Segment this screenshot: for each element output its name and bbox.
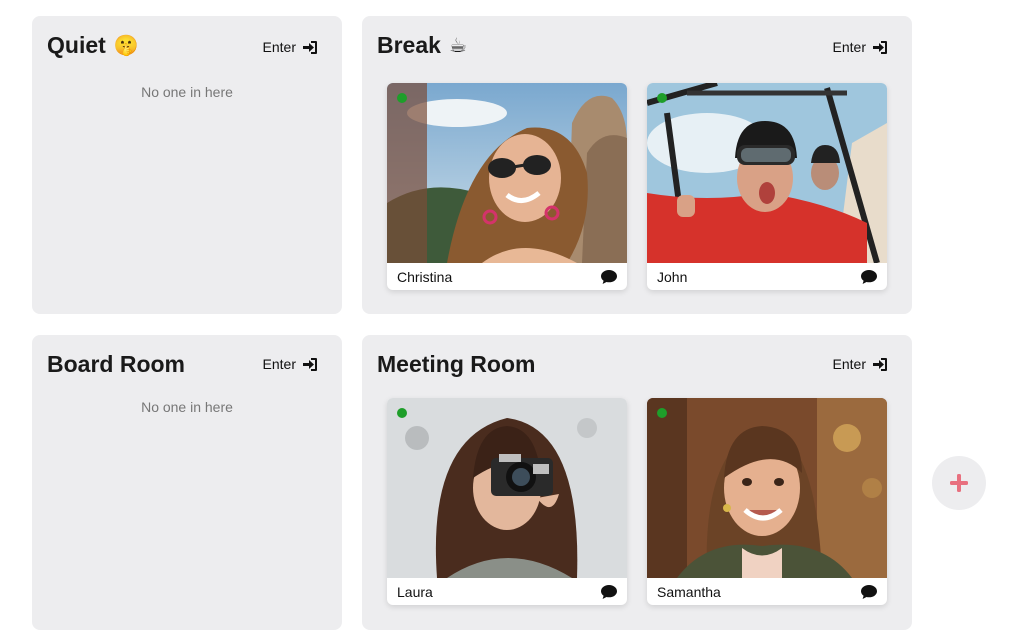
room-title: Meeting Room: [377, 351, 535, 378]
participant-photo: [387, 83, 627, 263]
comment-icon[interactable]: [600, 584, 618, 600]
online-status-indicator: [397, 93, 407, 103]
enter-label: Enter: [832, 356, 866, 372]
enter-button[interactable]: Enter: [833, 356, 888, 372]
enter-button[interactable]: Enter: [833, 39, 888, 55]
participant-name: Christina: [397, 269, 453, 285]
participant-photo: [387, 398, 627, 578]
room-title-text: Break: [377, 32, 441, 58]
shushing-face-icon: 🤫: [113, 35, 139, 57]
enter-label: Enter: [262, 356, 296, 372]
comment-icon[interactable]: [860, 584, 878, 600]
sign-in-icon: [872, 40, 888, 55]
sign-in-icon: [872, 357, 888, 372]
sign-in-icon: [302, 357, 318, 372]
room-board-room: Board Room Enter No one in here: [32, 335, 342, 630]
participant-name: Laura: [397, 584, 433, 600]
participant-photo: [647, 398, 887, 578]
enter-button[interactable]: Enter: [263, 39, 318, 55]
coffee-icon: ☕: [448, 35, 467, 57]
empty-room-text: No one in here: [141, 399, 233, 415]
participant-name: Samantha: [657, 584, 721, 600]
participant-card[interactable]: Laura: [387, 398, 627, 605]
participant-card[interactable]: Samantha: [647, 398, 887, 605]
participant-card[interactable]: Christina: [387, 83, 627, 290]
online-status-indicator: [657, 408, 667, 418]
enter-button[interactable]: Enter: [263, 356, 318, 372]
room-title-text: Quiet: [47, 32, 106, 58]
online-status-indicator: [657, 93, 667, 103]
empty-room-text: No one in here: [141, 84, 233, 100]
sign-in-icon: [302, 40, 318, 55]
room-title-text: Meeting Room: [377, 351, 536, 377]
room-title: Quiet 🤫: [47, 32, 139, 59]
plus-icon: [948, 472, 970, 494]
comment-icon[interactable]: [600, 269, 618, 285]
add-room-button[interactable]: [932, 456, 986, 510]
online-status-indicator: [397, 408, 407, 418]
participant-name: John: [657, 269, 688, 285]
enter-label: Enter: [832, 39, 866, 55]
room-title: Board Room: [47, 351, 185, 378]
room-title-text: Board Room: [47, 351, 185, 377]
comment-icon[interactable]: [860, 269, 878, 285]
room-meeting-room: Meeting Room Enter Laura Samantha: [362, 335, 912, 630]
room-quiet: Quiet 🤫 Enter No one in here: [32, 16, 342, 314]
participant-card[interactable]: John: [647, 83, 887, 290]
room-break: Break ☕ Enter Christina John: [362, 16, 912, 314]
room-title: Break ☕: [377, 32, 467, 59]
participant-photo: [647, 83, 887, 263]
enter-label: Enter: [262, 39, 296, 55]
